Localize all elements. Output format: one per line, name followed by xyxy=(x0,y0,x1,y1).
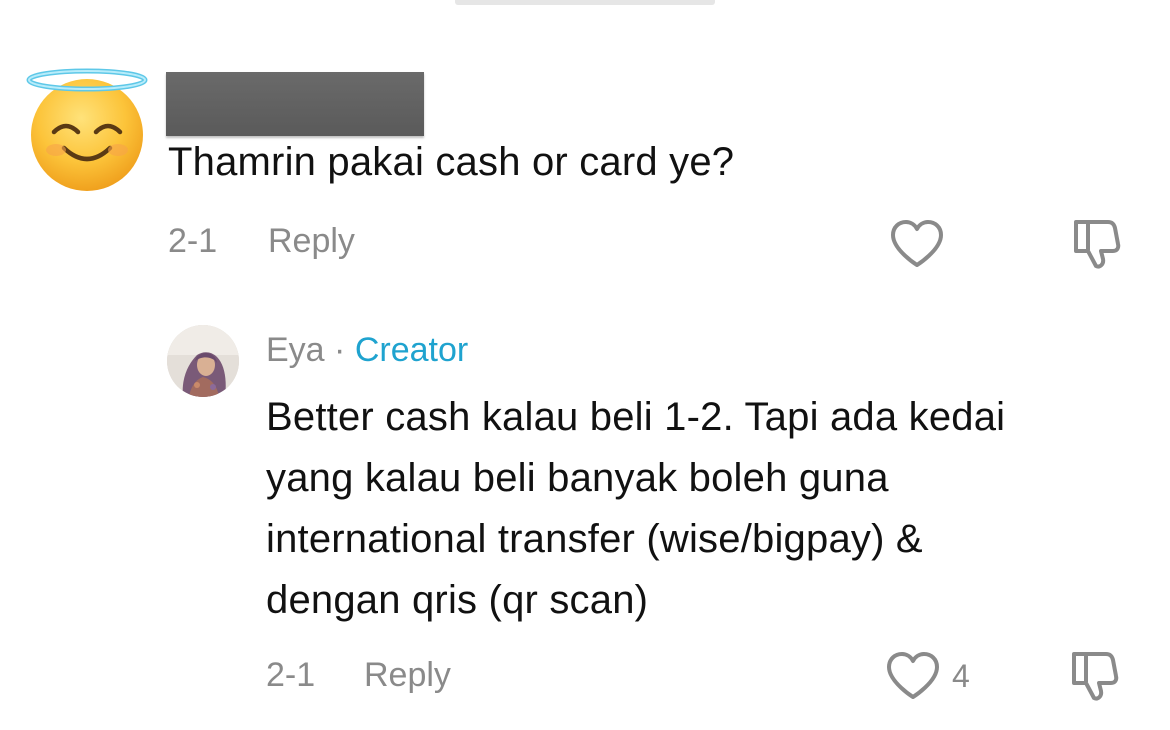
creator-badge: Creator xyxy=(354,331,469,369)
reply-text-line-3: international transfer (wise/bigpay) & xyxy=(266,517,923,561)
heart-outline-icon[interactable] xyxy=(888,218,946,270)
heart-outline-icon[interactable] xyxy=(884,650,942,702)
reply-author-line: Eya · Creator xyxy=(266,331,468,370)
creator-avatar[interactable] xyxy=(167,325,239,397)
reply-date: 2-1 xyxy=(266,656,316,694)
reply-text-line-4: dengan qris (qr scan) xyxy=(266,578,649,622)
comment-text: Thamrin pakai cash or card ye? xyxy=(168,140,735,184)
author-separator: · xyxy=(334,331,346,369)
smiling-face-with-halo-emoji-avatar[interactable] xyxy=(24,62,154,192)
reply-text-line-2: yang kalau beli banyak boleh guna xyxy=(266,456,889,500)
thumbs-down-icon[interactable] xyxy=(1068,216,1124,272)
thumbs-down-icon[interactable] xyxy=(1066,648,1122,704)
reply-author-name[interactable]: Eya xyxy=(266,331,325,369)
reply-text-line-1: Better cash kalau beli 1-2. Tapi ada ked… xyxy=(266,395,1006,439)
comment-reply-button[interactable]: Reply xyxy=(268,222,355,261)
comment-date: 2-1 xyxy=(168,222,218,260)
previous-content-edge xyxy=(455,0,715,5)
reply-like-count: 4 xyxy=(952,658,970,694)
redacted-username xyxy=(166,72,424,136)
reply-reply-button[interactable]: Reply xyxy=(364,656,451,695)
